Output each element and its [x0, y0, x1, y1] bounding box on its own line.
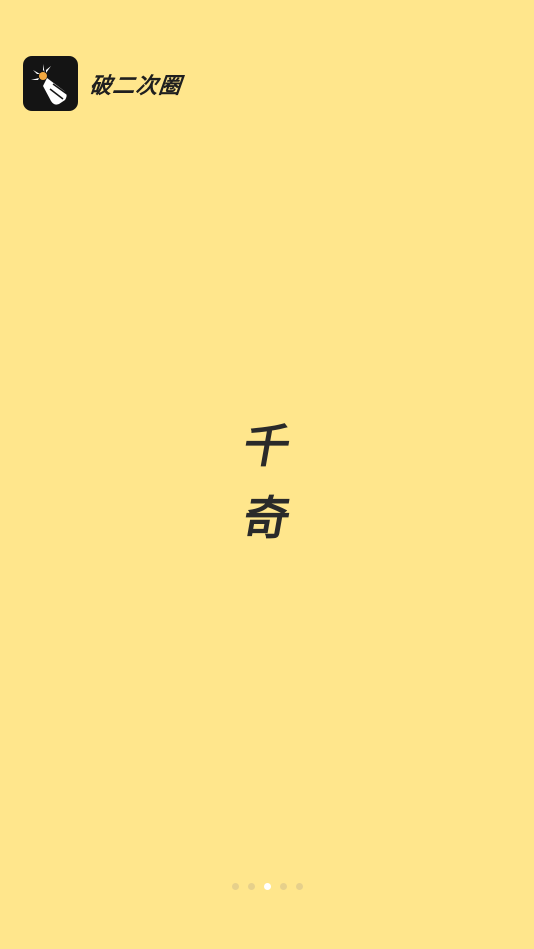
sparkle-hand-icon — [23, 56, 78, 111]
page-dot-2[interactable] — [247, 883, 255, 890]
page-dot-5[interactable] — [295, 883, 303, 890]
intro-text: 千 奇 — [0, 410, 534, 554]
app-header: 破二次圈 — [23, 56, 184, 111]
page-dot-1[interactable] — [231, 883, 239, 890]
page-dot-4[interactable] — [279, 883, 287, 890]
intro-char-1: 千 — [239, 419, 295, 473]
intro-char-2: 奇 — [239, 491, 295, 545]
page-indicator[interactable] — [0, 883, 534, 890]
page-dot-3[interactable] — [263, 883, 271, 890]
app-name: 破二次圈 — [88, 73, 184, 99]
